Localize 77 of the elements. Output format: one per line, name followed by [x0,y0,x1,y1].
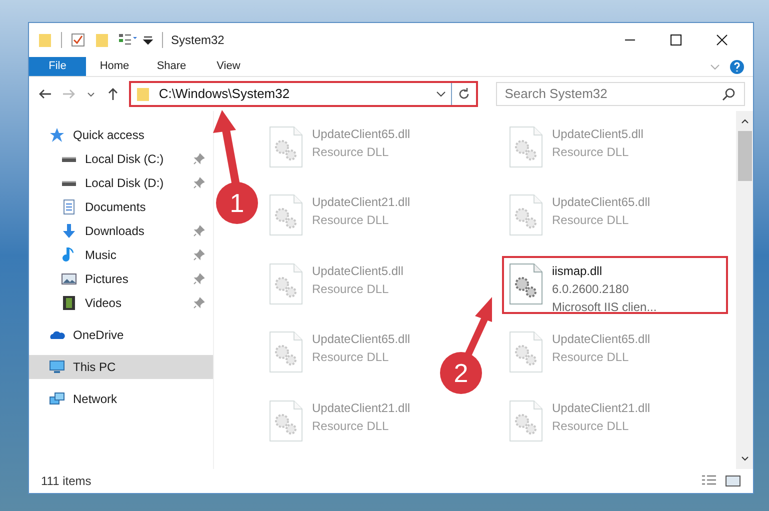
gear-file-icon [268,330,304,374]
window-title: System32 [171,32,224,49]
gear-file-icon [508,193,544,238]
dropdown-caret-icon[interactable] [142,34,154,46]
search-input[interactable]: Search System32 [504,84,722,104]
pin-icon[interactable] [193,153,205,165]
drive-icon [61,180,77,186]
file-detail: Resource DLL [312,144,390,161]
item-count: 111 items [41,473,92,490]
picture-icon [61,271,77,287]
film-icon [61,295,77,311]
drive-icon [61,156,77,162]
file-detail: Resource DLL [552,144,630,161]
gear-file-icon [268,193,304,238]
help-icon[interactable] [729,58,745,74]
download-arrow-icon [61,223,77,239]
file-detail: Resource DLL [312,349,390,366]
ribbon-tab[interactable]: Share [143,57,200,76]
gear-file-icon [268,398,304,443]
file-detail: Resource DLL [312,280,390,298]
ribbon-tab[interactable]: View [200,57,257,76]
file-name: UpdateClient65.dll [552,194,650,212]
sidebar-item[interactable]: Videos [29,291,213,315]
address-field[interactable]: C:\Windows\System32 [128,81,478,107]
pin-icon[interactable] [193,297,205,309]
gear-file-icon [508,398,544,443]
scrollbar-thumb[interactable] [738,131,752,181]
large-icons-view-icon[interactable] [725,473,741,489]
file-detail: Resource DLL [312,212,390,230]
sidebar-item[interactable]: Documents [29,195,213,219]
file-detail: Resource DLL [552,212,630,230]
gear-file-icon [508,262,544,306]
file-name: UpdateClient65.dll [312,126,410,143]
file-detail: Resource DLL [312,418,390,435]
star-icon [49,127,65,143]
file-name: UpdateClient5.dll [552,126,644,143]
pin-icon[interactable] [193,249,205,261]
gear-file-icon [268,262,304,306]
annotation-arrow [464,297,492,356]
checklist-icon[interactable] [70,32,86,48]
file-tile[interactable]: iismap.dll 6.0.2600.2180 Microsoft IIS clien... [502,256,728,314]
sidebar-item[interactable]: Network [29,387,213,411]
gear-file-icon [508,330,544,374]
sidebar-item[interactable]: Music [29,243,213,267]
ribbon-tab[interactable]: File [29,57,86,76]
file-name: UpdateClient65.dll [312,331,410,348]
sidebar-item[interactable]: OneDrive [29,323,213,347]
sidebar-item[interactable]: This PC [29,355,213,379]
pin-icon[interactable] [193,177,205,189]
sidebar-item[interactable]: Quick access [29,123,213,147]
document-icon [61,199,77,215]
file-name: iismap.dll [552,262,604,280]
gear-file-icon [508,125,544,169]
file-detail: 6.0.2600.2180 [552,280,630,298]
sidebar-item[interactable]: Local Disk (C:) [29,147,213,171]
monitor-icon [49,359,65,375]
network-icon [49,391,65,407]
ribbon-tab[interactable]: Home [86,57,143,76]
pin-icon[interactable] [193,225,205,237]
file-name: UpdateClient21.dll [552,400,650,417]
sidebar-item[interactable]: Pictures [29,267,213,291]
search-icon [722,87,736,101]
address-path: C:\Windows\System32 [158,85,291,104]
vertical-scrollbar[interactable] [736,111,753,469]
file-name: UpdateClient21.dll [312,400,410,417]
file-name: UpdateClient65.dll [552,331,650,348]
gear-file-icon [268,125,304,169]
file-detail: Microsoft IIS clien... [552,298,657,316]
folder-icon [134,86,151,102]
file-detail: Resource DLL [552,349,630,366]
sidebar-item[interactable]: Local Disk (D:) [29,171,213,195]
pin-icon[interactable] [193,273,205,285]
search-field[interactable]: Search System32 [496,82,746,106]
file-name: UpdateClient5.dll [312,262,404,280]
sidebar-item[interactable]: Downloads [29,219,213,243]
file-detail: Resource DLL [552,418,630,435]
file-name: UpdateClient21.dll [312,194,410,212]
